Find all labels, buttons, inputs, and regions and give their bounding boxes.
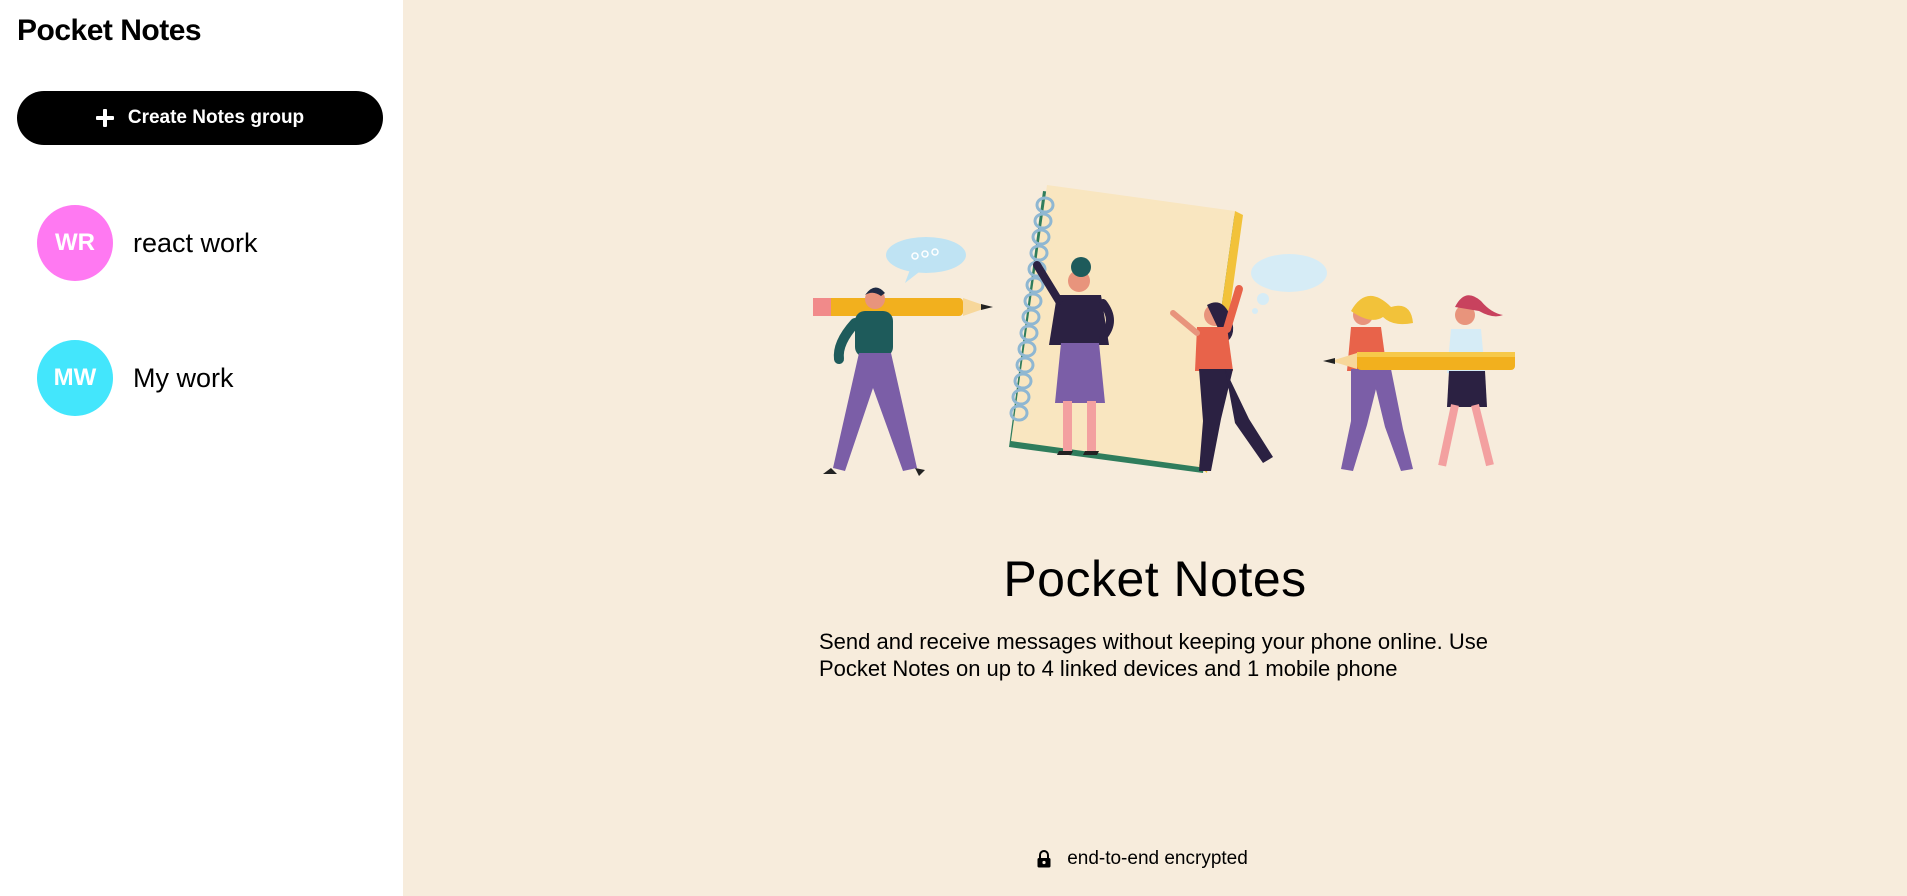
main-panel: Pocket Notes Send and receive messages w… (403, 0, 1907, 896)
create-notes-group-label: Create Notes group (127, 107, 305, 128)
app-title: Pocket Notes (17, 14, 202, 47)
group-item-my-work[interactable]: MW My work (37, 340, 377, 416)
sidebar: Pocket Notes Create Notes group WR react… (0, 0, 403, 896)
people-with-pencils-and-notebook-illustration (813, 185, 1515, 476)
app-root: Pocket Notes Create Notes group WR react… (0, 0, 1907, 896)
two-women-with-pencil (1323, 295, 1515, 471)
hero-title: Pocket Notes (1003, 551, 1307, 607)
group-name: react work (133, 227, 258, 258)
group-item-react-work[interactable]: WR react work (37, 205, 377, 281)
avatar: MW (37, 340, 113, 416)
encryption-note: end-to-end encrypted (403, 848, 1907, 870)
group-name: My work (133, 362, 234, 393)
hero-description: Send and receive messages without keepin… (819, 629, 1488, 681)
encryption-note-text: end-to-end encrypted (1067, 848, 1248, 869)
plus-icon (95, 109, 114, 127)
person-with-pencil-left (813, 287, 993, 476)
create-notes-group-button[interactable]: Create Notes group (17, 91, 383, 145)
avatar: WR (37, 205, 113, 281)
lock-icon (1037, 850, 1051, 868)
